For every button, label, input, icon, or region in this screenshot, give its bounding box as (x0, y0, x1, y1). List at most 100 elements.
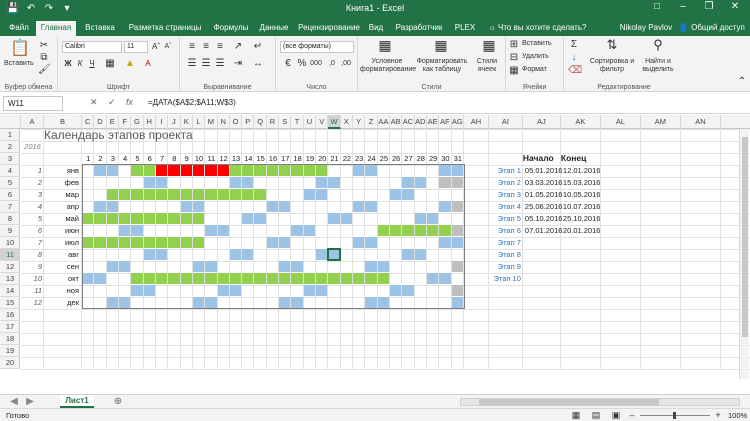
day-cell[interactable] (94, 237, 106, 248)
day-cell[interactable] (106, 213, 118, 224)
day-header[interactable]: 21 (328, 153, 340, 165)
day-cell[interactable] (402, 249, 414, 260)
paste-button[interactable]: Вставить (4, 60, 34, 67)
day-cell[interactable] (205, 261, 217, 272)
month-number[interactable]: 2 (21, 177, 44, 189)
page-break-icon[interactable]: ▣ (610, 409, 622, 421)
column-header-K[interactable]: K (181, 115, 193, 129)
delete-cells-button[interactable]: Удалить (522, 53, 549, 60)
share-button[interactable]: Общий доступ (688, 21, 748, 36)
row-header-12[interactable]: 12 (0, 261, 20, 273)
day-cell[interactable] (131, 237, 143, 248)
day-cell[interactable] (390, 189, 402, 200)
column-header-U[interactable]: U (304, 115, 317, 129)
column-header-Z[interactable]: Z (365, 115, 378, 129)
font-color-icon[interactable]: A (142, 58, 154, 70)
day-cell[interactable] (377, 273, 389, 284)
column-header-A[interactable]: A (21, 115, 44, 129)
day-cell[interactable] (131, 285, 143, 296)
day-cell[interactable] (94, 273, 106, 284)
day-header[interactable]: 22 (341, 153, 353, 165)
stage-name[interactable]: Этап 8 (489, 249, 523, 261)
merge-center-icon[interactable]: ↔ (252, 58, 264, 70)
month-name[interactable]: ноя (44, 285, 82, 297)
stage-start[interactable]: 05.01.2016 (523, 165, 563, 177)
fill-color-icon[interactable]: ▲ (124, 58, 136, 70)
day-cell[interactable] (254, 189, 266, 200)
day-cell[interactable] (254, 273, 266, 284)
stage-start[interactable] (523, 237, 561, 249)
column-header-AM[interactable]: AM (641, 115, 681, 129)
month-number[interactable]: 3 (21, 189, 44, 201)
day-cell[interactable] (118, 189, 131, 200)
column-header-AD[interactable]: AD (415, 115, 427, 129)
day-cell[interactable] (279, 261, 291, 272)
day-cell[interactable] (106, 297, 118, 308)
day-cell[interactable] (426, 213, 439, 224)
day-cell[interactable] (143, 165, 155, 176)
day-cell[interactable] (242, 189, 254, 200)
format-painter-icon[interactable]: 🖌 (38, 64, 51, 76)
day-cell[interactable] (340, 213, 353, 224)
stage-name[interactable]: Этап 1 (489, 165, 523, 177)
italic-icon[interactable]: К (74, 58, 86, 70)
tell-me-box[interactable]: Что вы хотите сделать? (498, 21, 598, 36)
paste-icon[interactable]: 📋 (10, 40, 30, 58)
stage-end[interactable]: 25.10.2016 (561, 213, 601, 225)
row-header-13[interactable]: 13 (0, 273, 20, 285)
tab-formulas[interactable]: Формулы (208, 21, 254, 36)
day-cell[interactable] (279, 237, 291, 248)
day-cell[interactable] (217, 189, 229, 200)
stage-start[interactable] (523, 249, 561, 261)
align-bottom-icon[interactable]: ≡ (214, 41, 226, 53)
select-all-corner[interactable] (0, 115, 21, 129)
find-select-button[interactable]: Найти и выделить (638, 58, 678, 74)
day-cell[interactable] (451, 261, 463, 272)
vertical-scrollbar[interactable] (739, 129, 749, 379)
day-cell[interactable] (451, 237, 463, 248)
add-sheet-icon[interactable]: ⊕ (112, 396, 124, 408)
day-header[interactable]: 26 (390, 153, 402, 165)
column-header-S[interactable]: S (279, 115, 292, 129)
column-header-R[interactable]: R (267, 115, 280, 129)
day-cell[interactable] (106, 189, 118, 200)
format-table-button[interactable]: Форматировать как таблицу (416, 58, 468, 74)
stage-end[interactable]: 10.05.2016 (561, 189, 601, 201)
decrease-decimal-icon[interactable]: ,00 (340, 58, 352, 70)
day-cell[interactable] (365, 261, 377, 272)
insert-function-icon[interactable]: fx (126, 97, 133, 107)
row-header-7[interactable]: 7 (0, 201, 20, 213)
month-name[interactable]: авг (44, 249, 82, 261)
day-cell[interactable] (439, 201, 451, 212)
month-name[interactable]: июн (44, 225, 82, 237)
day-cell[interactable] (402, 285, 414, 296)
day-cell[interactable] (377, 297, 389, 308)
day-cell[interactable] (353, 201, 365, 212)
day-cell[interactable] (131, 225, 143, 236)
find-select-icon[interactable]: ⚲ (650, 38, 666, 51)
row-header-19[interactable]: 19 (0, 345, 20, 357)
day-cell[interactable] (426, 225, 439, 236)
minimize-icon[interactable]: – (672, 1, 694, 12)
zoom-out-icon[interactable]: – (626, 409, 638, 421)
day-cell[interactable] (291, 297, 303, 308)
month-number[interactable]: 10 (21, 273, 44, 285)
day-cell[interactable] (192, 261, 205, 272)
day-cell[interactable] (168, 273, 180, 284)
ribbon-display-icon[interactable]: □ (646, 1, 668, 12)
day-cell[interactable] (426, 273, 439, 284)
column-header-AA[interactable]: AA (378, 115, 390, 129)
day-cell[interactable] (229, 165, 242, 176)
row-header-8[interactable]: 8 (0, 213, 20, 225)
day-cell[interactable] (353, 165, 365, 176)
cut-icon[interactable]: ✂ (38, 40, 50, 52)
column-header-B[interactable]: B (44, 115, 82, 129)
tab-page-layout[interactable]: Разметка страницы (122, 21, 208, 36)
column-header-AG[interactable]: AG (452, 115, 464, 129)
stage-start[interactable]: 05.10.2016 (523, 213, 563, 225)
day-cell[interactable] (365, 273, 377, 284)
month-name[interactable]: мар (44, 189, 82, 201)
row-header-15[interactable]: 15 (0, 297, 20, 309)
stage-start[interactable] (523, 273, 561, 285)
day-cell[interactable] (106, 201, 118, 212)
